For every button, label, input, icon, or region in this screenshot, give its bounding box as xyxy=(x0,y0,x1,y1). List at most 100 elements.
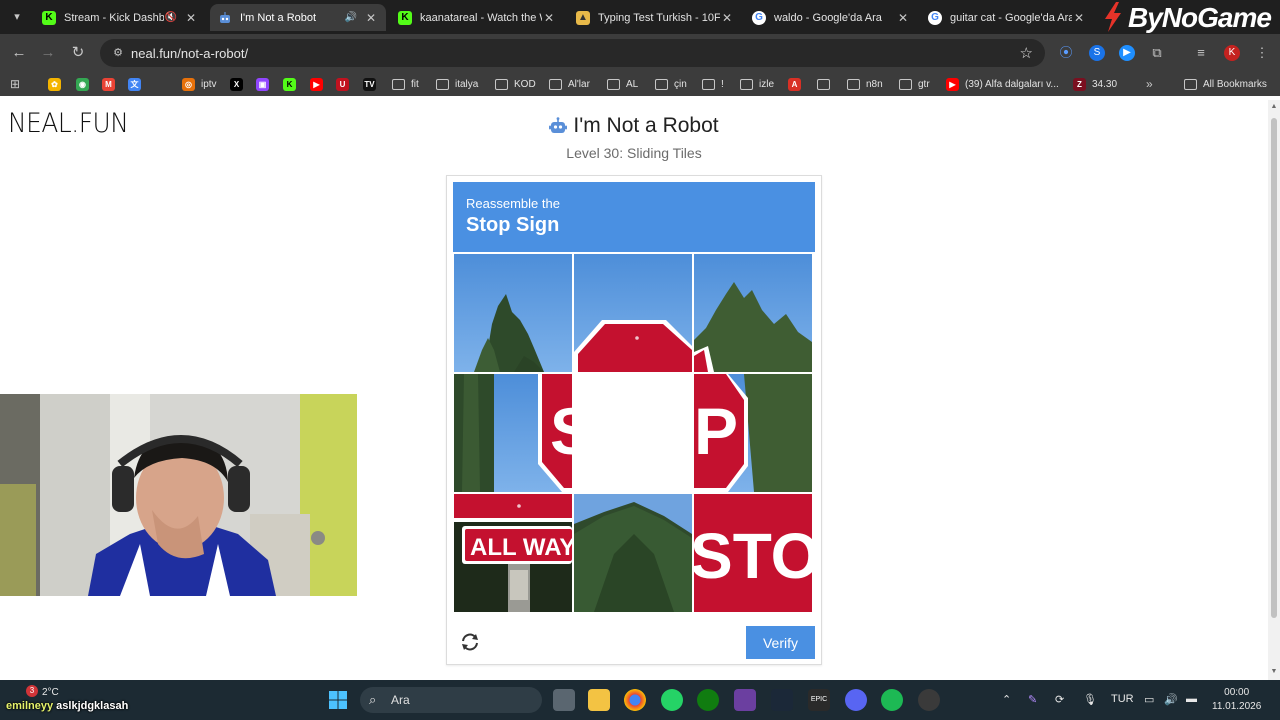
tab-typing-test[interactable]: ▲ Typing Test Turkish - 10Fa ✕ xyxy=(568,4,742,31)
bookmark-folder-fit[interactable]: fit xyxy=(392,76,419,92)
puzzle-tile[interactable]: ALL WAY xyxy=(454,494,572,612)
address-bar[interactable]: ⚙ neal.fun/not-a-robot/ ☆ xyxy=(100,39,1045,67)
player-extension-icon[interactable]: ▶ xyxy=(1119,45,1135,61)
url-text[interactable]: neal.fun/not-a-robot/ xyxy=(131,46,248,61)
tray-pen-icon[interactable]: ✎ xyxy=(1028,693,1037,706)
folder-icon xyxy=(436,78,449,90)
audio-playing-icon[interactable]: 🔊 xyxy=(344,12,358,23)
bookmark-translate-icon[interactable]: 文 xyxy=(128,76,147,92)
tab-not-a-robot[interactable]: I'm Not a Robot 🔊 ✕ xyxy=(210,4,386,31)
scroll-up-icon[interactable]: ▲ xyxy=(1270,103,1278,110)
puzzle-tile[interactable] xyxy=(454,254,572,372)
chrome-icon[interactable] xyxy=(624,689,646,711)
bookmark-folder-cin[interactable]: çin xyxy=(655,76,687,92)
bookmark-folder-gtr[interactable]: gtr xyxy=(899,76,930,92)
close-tab-icon[interactable]: ✕ xyxy=(364,11,378,25)
puzzle-tile[interactable]: P xyxy=(694,374,812,492)
photo-app-icon[interactable] xyxy=(734,689,756,711)
profile-avatar[interactable]: K xyxy=(1224,45,1240,61)
verify-button[interactable]: Verify xyxy=(746,626,815,659)
reading-list-icon[interactable]: ≡ xyxy=(1193,45,1209,61)
bookmark-star-icon[interactable]: ☆ xyxy=(1020,44,1033,62)
audio-extension-icon[interactable]: ⦿ xyxy=(1058,45,1074,61)
discord-icon[interactable] xyxy=(845,689,867,711)
close-tab-icon[interactable]: ✕ xyxy=(896,11,910,25)
bookmark-pdf-icon[interactable]: A xyxy=(788,76,807,92)
whatsapp-icon[interactable] xyxy=(661,689,683,711)
menu-kebab-icon[interactable]: ⋮ xyxy=(1254,45,1270,61)
svg-text:STO: STO xyxy=(694,520,812,592)
puzzle-tile[interactable]: STO xyxy=(694,494,812,612)
folder-icon xyxy=(1184,78,1197,90)
bookmark-folder-unnamed[interactable] xyxy=(817,76,836,92)
tab-kick-dashboard[interactable]: K Stream - Kick Dashboa 🔇 ✕ xyxy=(34,4,206,31)
xbox-icon[interactable] xyxy=(697,689,719,711)
puzzle-tile[interactable] xyxy=(574,494,692,612)
tray-sync-icon[interactable]: ⟳ xyxy=(1055,693,1064,706)
shazam-extension-icon[interactable]: S xyxy=(1089,45,1105,61)
tray-overflow-chevron-icon[interactable]: ⌃ xyxy=(1002,693,1011,706)
taskbar-search[interactable]: ⌕ Ara xyxy=(360,687,542,713)
reload-button[interactable]: ↻ xyxy=(69,44,87,62)
bookmark-folder-izle[interactable]: izle xyxy=(740,76,774,92)
extensions-puzzle-icon[interactable]: ⧉ xyxy=(1149,45,1165,61)
back-button[interactable]: ← xyxy=(10,44,28,62)
scroll-down-icon[interactable]: ▼ xyxy=(1270,668,1278,675)
forward-button[interactable]: → xyxy=(39,44,57,62)
spotify-icon[interactable] xyxy=(881,689,903,711)
close-tab-icon[interactable]: ✕ xyxy=(1072,11,1086,25)
bookmark-twitch-icon[interactable]: ▣ xyxy=(256,76,275,92)
tab-kaanatareal[interactable]: K kaanatareal - Watch the W ✕ xyxy=(390,4,564,31)
system-clock[interactable]: 00:00 11.01.2026 xyxy=(1212,686,1261,714)
close-tab-icon[interactable]: ✕ xyxy=(542,11,556,25)
bookmark-3430[interactable]: Z 34.30 xyxy=(1073,76,1117,92)
all-bookmarks-button[interactable]: All Bookmarks xyxy=(1184,76,1267,92)
bookmark-folder-al[interactable]: AL xyxy=(607,76,638,92)
puzzle-tile[interactable]: S xyxy=(454,374,572,492)
puzzle-tile[interactable] xyxy=(574,254,692,372)
tray-microphone-icon[interactable]: 🎙 xyxy=(1083,693,1097,706)
bookmark-maps-icon[interactable]: ◉ xyxy=(76,76,95,92)
puzzle-tile[interactable] xyxy=(694,254,812,372)
bookmark-ublock-icon[interactable]: U xyxy=(336,76,355,92)
more-bookmarks-chevron-icon[interactable]: » xyxy=(1146,76,1153,92)
tab-guitar-cat-search[interactable]: G guitar cat - Google'da Ara ✕ xyxy=(920,4,1094,31)
bookmark-youtube-alfa[interactable]: ▶ (39) Alfa dalgaları v... xyxy=(946,76,1059,92)
bookmark-folder-italya[interactable]: italya xyxy=(436,76,478,92)
instruction-target: Stop Sign xyxy=(466,214,560,236)
steam-icon[interactable] xyxy=(771,689,793,711)
tray-battery-icon[interactable]: ▬ xyxy=(1186,693,1197,705)
close-tab-icon[interactable]: ✕ xyxy=(184,11,198,25)
site-info-icon[interactable]: ⚙ xyxy=(110,45,126,61)
bookmark-gmail-icon[interactable]: M xyxy=(102,76,121,92)
language-indicator[interactable]: TUR xyxy=(1111,693,1134,705)
bookmark-x-icon[interactable]: X xyxy=(230,76,249,92)
bookmark-folder-exclaim[interactable]: ! xyxy=(702,76,724,92)
epic-games-icon[interactable]: EPIC xyxy=(808,689,830,711)
page-header: I'm Not a Robot xyxy=(0,114,1268,140)
obs-icon[interactable] xyxy=(918,689,940,711)
bookmark-folder-allar[interactable]: Al'lar xyxy=(549,76,590,92)
bookmark-folder-kod[interactable]: KOD xyxy=(495,76,536,92)
tab-waldo-search[interactable]: G waldo - Google'da Ara ✕ xyxy=(744,4,918,31)
tab-search-icon[interactable]: ▾ xyxy=(8,8,26,26)
file-explorer-icon[interactable] xyxy=(588,689,610,711)
close-tab-icon[interactable]: ✕ xyxy=(720,11,734,25)
bookmark-photos-icon[interactable]: ✿ xyxy=(48,76,67,92)
refresh-icon[interactable] xyxy=(459,631,481,653)
bookmark-youtube-icon[interactable]: ▶ xyxy=(310,76,329,92)
empty-tile-slot[interactable] xyxy=(574,374,692,492)
bookmark-iptv[interactable]: ◎ iptv xyxy=(182,76,217,92)
windows-start-icon[interactable] xyxy=(327,689,349,711)
bookmark-tv-icon[interactable]: TV xyxy=(363,76,382,92)
task-view-icon[interactable] xyxy=(553,689,575,711)
page-scrollbar[interactable]: ▲ ▼ xyxy=(1268,100,1280,680)
tray-network-icon[interactable]: ▭ xyxy=(1144,693,1154,706)
scrollbar-thumb[interactable] xyxy=(1271,118,1277,618)
apps-grid-icon[interactable]: ⊞ xyxy=(10,76,20,92)
tray-volume-icon[interactable]: 🔊 xyxy=(1164,693,1178,706)
bookmark-folder-n8n[interactable]: n8n xyxy=(847,76,883,92)
bookmark-label: (39) Alfa dalgaları v... xyxy=(965,78,1059,90)
muted-icon[interactable]: 🔇 xyxy=(164,12,178,23)
bookmark-kick-icon[interactable]: K xyxy=(283,76,302,92)
